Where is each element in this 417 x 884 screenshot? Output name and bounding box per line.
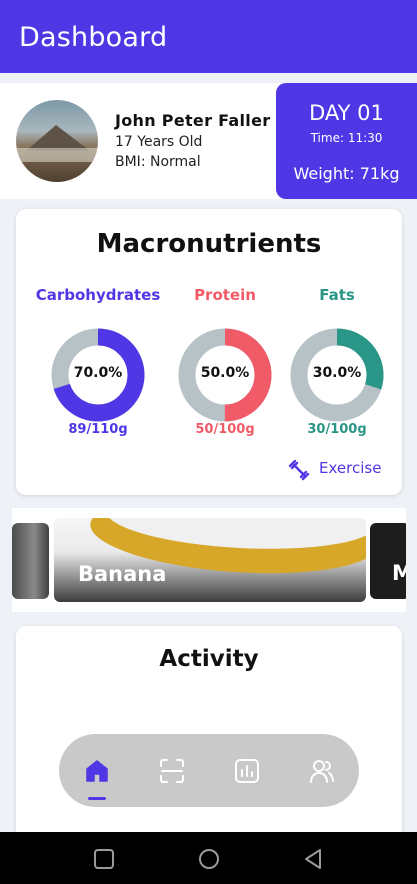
avatar[interactable] <box>16 100 98 182</box>
carbohydrates-ring: 70.0% <box>50 327 146 423</box>
profile-name: John Peter Faller <box>115 111 271 130</box>
nav-scan-button[interactable] <box>159 758 185 784</box>
system-back-button[interactable] <box>302 848 324 870</box>
carbohydrates-grams: 89/110g <box>68 422 128 437</box>
recents-button[interactable] <box>93 848 115 870</box>
users-icon <box>310 760 334 783</box>
profile-bmi: BMI: Normal <box>115 154 201 170</box>
home-circle-icon <box>199 849 219 869</box>
page-title: Dashboard <box>19 22 168 53</box>
nav-stats-button[interactable] <box>234 758 260 784</box>
scan-icon <box>160 759 184 783</box>
macronutrients-card: Macronutrients Carbohydrates Protein Fat… <box>16 209 402 495</box>
weight-label: Weight: 71kg <box>293 164 400 183</box>
home-icon <box>86 760 108 782</box>
nav-profile-button[interactable] <box>309 758 335 784</box>
nav-home-button[interactable] <box>84 758 110 784</box>
exercise-label: Exercise <box>319 459 382 477</box>
food-card-name: Banana <box>78 562 167 586</box>
back-icon <box>305 849 321 869</box>
dumbbell-icon <box>288 459 310 481</box>
fats-grams: 30/100g <box>307 422 367 437</box>
food-carousel[interactable]: Banana M <box>12 508 406 612</box>
exercise-button[interactable]: Exercise <box>286 457 396 481</box>
food-card-next[interactable]: M <box>370 523 406 599</box>
food-card-next-name: M <box>392 561 406 585</box>
activity-title: Activity <box>159 646 259 672</box>
food-card-banana[interactable]: Banana <box>54 518 366 602</box>
carbohydrates-label: Carbohydrates <box>35 286 161 304</box>
protein-grams: 50/100g <box>195 422 255 437</box>
protein-label: Protein <box>194 286 256 304</box>
avatar-haze <box>16 148 98 162</box>
bottom-nav <box>59 734 359 807</box>
day-label: DAY 01 <box>309 101 384 125</box>
food-card-previous[interactable] <box>12 523 49 599</box>
carbohydrates-percent: 70.0% <box>73 365 123 381</box>
chart-icon <box>235 759 259 783</box>
fats-ring: 30.0% <box>289 327 385 423</box>
nav-active-indicator <box>88 797 106 800</box>
profile-age: 17 Years Old <box>115 134 203 150</box>
recents-icon <box>94 849 114 869</box>
app-bar: Dashboard <box>0 0 417 73</box>
day-card: DAY 01 Time: 11:30 Weight: 71kg <box>276 83 417 199</box>
system-home-button[interactable] <box>198 848 220 870</box>
macronutrients-title: Macronutrients <box>96 229 322 259</box>
protein-ring: 50.0% <box>177 327 273 423</box>
time-label: Time: 11:30 <box>310 131 383 145</box>
fats-label: Fats <box>319 286 355 304</box>
protein-percent: 50.0% <box>200 365 250 381</box>
system-nav-bar <box>0 832 417 884</box>
fats-percent: 30.0% <box>312 365 362 381</box>
